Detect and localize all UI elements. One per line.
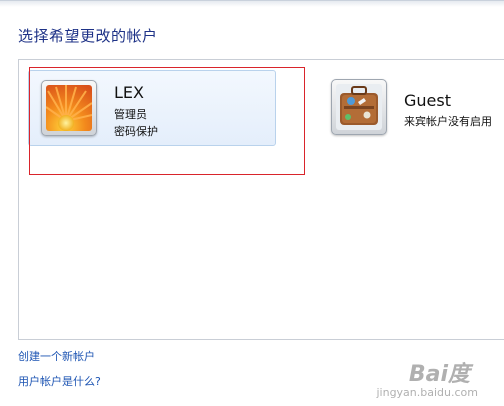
- avatar: [331, 79, 387, 135]
- account-tile-lex[interactable]: LEX 管理员 密码保护: [28, 70, 276, 146]
- create-account-link[interactable]: 创建一个新帐户: [18, 348, 95, 364]
- orange-flower-icon: [46, 85, 92, 131]
- account-status: 密码保护: [114, 125, 158, 138]
- watermark-sub: jingyan.baidu.com: [376, 386, 478, 399]
- baidu-watermark: Bai度 jingyan.baidu.com: [340, 356, 500, 402]
- what-is-account-link[interactable]: 用户帐户是什么?: [18, 373, 101, 389]
- account-name: Guest: [404, 91, 451, 110]
- avatar: [41, 80, 97, 136]
- watermark-main: Bai度: [408, 362, 470, 387]
- suitcase-icon: [336, 84, 382, 130]
- account-tile-guest[interactable]: Guest 来宾帐户没有启用: [325, 75, 504, 145]
- account-name: LEX: [114, 83, 144, 102]
- manage-accounts-window: 选择希望更改的帐户 LEX 管理员 密码保护 Guest 来宾帐户没有启用 创建…: [0, 0, 504, 406]
- window-top-border: [0, 0, 504, 7]
- account-role: 管理员: [114, 108, 147, 121]
- account-status: 来宾帐户没有启用: [404, 115, 492, 128]
- page-title: 选择希望更改的帐户: [18, 27, 158, 45]
